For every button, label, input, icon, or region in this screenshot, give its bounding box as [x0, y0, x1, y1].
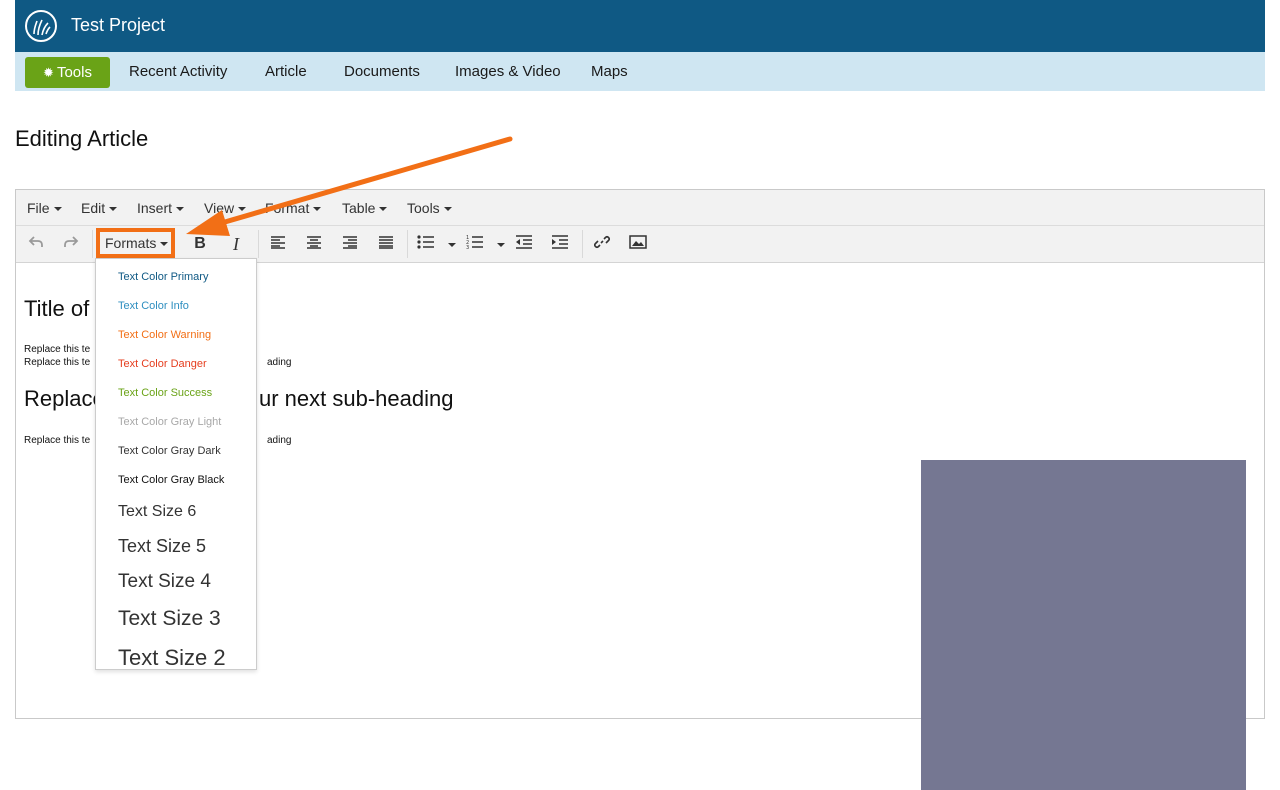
- paragraph-line: Replace this te: [24, 357, 91, 368]
- chevron-down-icon: [443, 207, 452, 212]
- dropdown-item-text-size-2[interactable]: Text Size 2: [118, 645, 226, 671]
- toolbar-separator: [582, 230, 583, 258]
- chevron-down-icon: [53, 207, 62, 212]
- dropdown-item-text-color-primary[interactable]: Text Color Primary: [118, 271, 208, 283]
- nav-item-article[interactable]: Article: [265, 63, 307, 80]
- menu-view[interactable]: View: [204, 200, 247, 216]
- chevron-down-icon: [379, 207, 388, 212]
- menu-tools[interactable]: Tools: [407, 200, 452, 216]
- undo-icon[interactable]: [26, 234, 46, 254]
- menu-table[interactable]: Table: [342, 200, 388, 216]
- tools-label: Tools: [56, 64, 92, 81]
- chevron-down-icon: [313, 207, 322, 212]
- chevron-down-icon[interactable]: [497, 243, 505, 247]
- chevron-down-icon[interactable]: [448, 243, 456, 247]
- paragraph-line: Replace this te: [24, 344, 91, 355]
- formats-dropdown-button[interactable]: Formats: [96, 228, 175, 258]
- project-title[interactable]: Test Project: [71, 15, 165, 36]
- align-left-icon[interactable]: [268, 234, 288, 254]
- menu-edit[interactable]: Edit: [81, 200, 118, 216]
- align-center-icon[interactable]: [304, 234, 324, 254]
- paragraph-line: Replace this te: [24, 435, 91, 446]
- menu-format[interactable]: Format: [265, 200, 322, 216]
- article-title: Title of: [24, 296, 90, 321]
- top-header: Test Project: [15, 0, 1265, 52]
- grass-logo-icon[interactable]: [25, 10, 57, 42]
- menu-file[interactable]: File: [27, 200, 62, 216]
- svg-text:3: 3: [466, 245, 469, 250]
- numbered-list-icon[interactable]: 123: [465, 234, 485, 254]
- outdent-icon[interactable]: [514, 234, 534, 254]
- bullet-list-icon[interactable]: [416, 234, 436, 254]
- dropdown-item-text-color-gray-black[interactable]: Text Color Gray Black: [118, 474, 224, 486]
- dropdown-item-text-size-5[interactable]: Text Size 5: [118, 536, 206, 557]
- paragraph-line-fragment: ading: [267, 435, 292, 446]
- italic-icon[interactable]: I: [226, 234, 246, 254]
- dropdown-item-text-size-6[interactable]: Text Size 6: [118, 503, 196, 521]
- gear-icon: ✹: [43, 65, 54, 80]
- article-image[interactable]: [921, 460, 1246, 790]
- dropdown-item-text-color-gray-dark[interactable]: Text Color Gray Dark: [118, 445, 221, 457]
- page-title: Editing Article: [15, 126, 149, 151]
- bold-icon[interactable]: B: [190, 234, 210, 254]
- dropdown-item-text-color-danger[interactable]: Text Color Danger: [118, 358, 207, 370]
- toolbar-separator: [92, 230, 93, 258]
- sub-heading-fragment: ur next sub-heading: [259, 386, 454, 411]
- nav-item-images-video[interactable]: Images & Video: [455, 63, 561, 80]
- dropdown-item-text-color-warning[interactable]: Text Color Warning: [118, 329, 211, 341]
- dropdown-item-text-color-success[interactable]: Text Color Success: [118, 387, 212, 399]
- dropdown-item-text-size-3[interactable]: Text Size 3: [118, 607, 221, 631]
- nav-item-maps[interactable]: Maps: [591, 63, 628, 80]
- dropdown-item-text-size-4[interactable]: Text Size 4: [118, 571, 211, 593]
- toolbar-separator: [407, 230, 408, 258]
- chevron-down-icon: [176, 207, 185, 212]
- align-right-icon[interactable]: [340, 234, 360, 254]
- link-icon[interactable]: [592, 234, 612, 254]
- nav-bar: ✹ Tools Recent Activity Article Documents…: [15, 52, 1265, 91]
- editor-menubar: File Edit Insert View Format Table Tools: [16, 190, 1264, 226]
- chevron-down-icon: [109, 207, 118, 212]
- redo-icon[interactable]: [61, 234, 81, 254]
- chevron-down-icon: [160, 242, 169, 247]
- tools-button[interactable]: ✹ Tools: [25, 57, 110, 88]
- dropdown-item-text-color-info[interactable]: Text Color Info: [118, 300, 189, 312]
- menu-insert[interactable]: Insert: [137, 200, 185, 216]
- sub-heading: Replace: [24, 386, 105, 411]
- image-icon[interactable]: [628, 234, 648, 254]
- paragraph-line-fragment: ading: [267, 357, 292, 368]
- toolbar-separator: [258, 230, 259, 258]
- align-justify-icon[interactable]: [376, 234, 396, 254]
- nav-item-recent-activity[interactable]: Recent Activity: [129, 63, 227, 80]
- nav-item-documents[interactable]: Documents: [344, 63, 420, 80]
- formats-dropdown-menu: Text Color Primary Text Color Info Text …: [95, 258, 257, 670]
- chevron-down-icon: [238, 207, 247, 212]
- indent-icon[interactable]: [550, 234, 570, 254]
- dropdown-item-text-color-gray-light[interactable]: Text Color Gray Light: [118, 416, 221, 428]
